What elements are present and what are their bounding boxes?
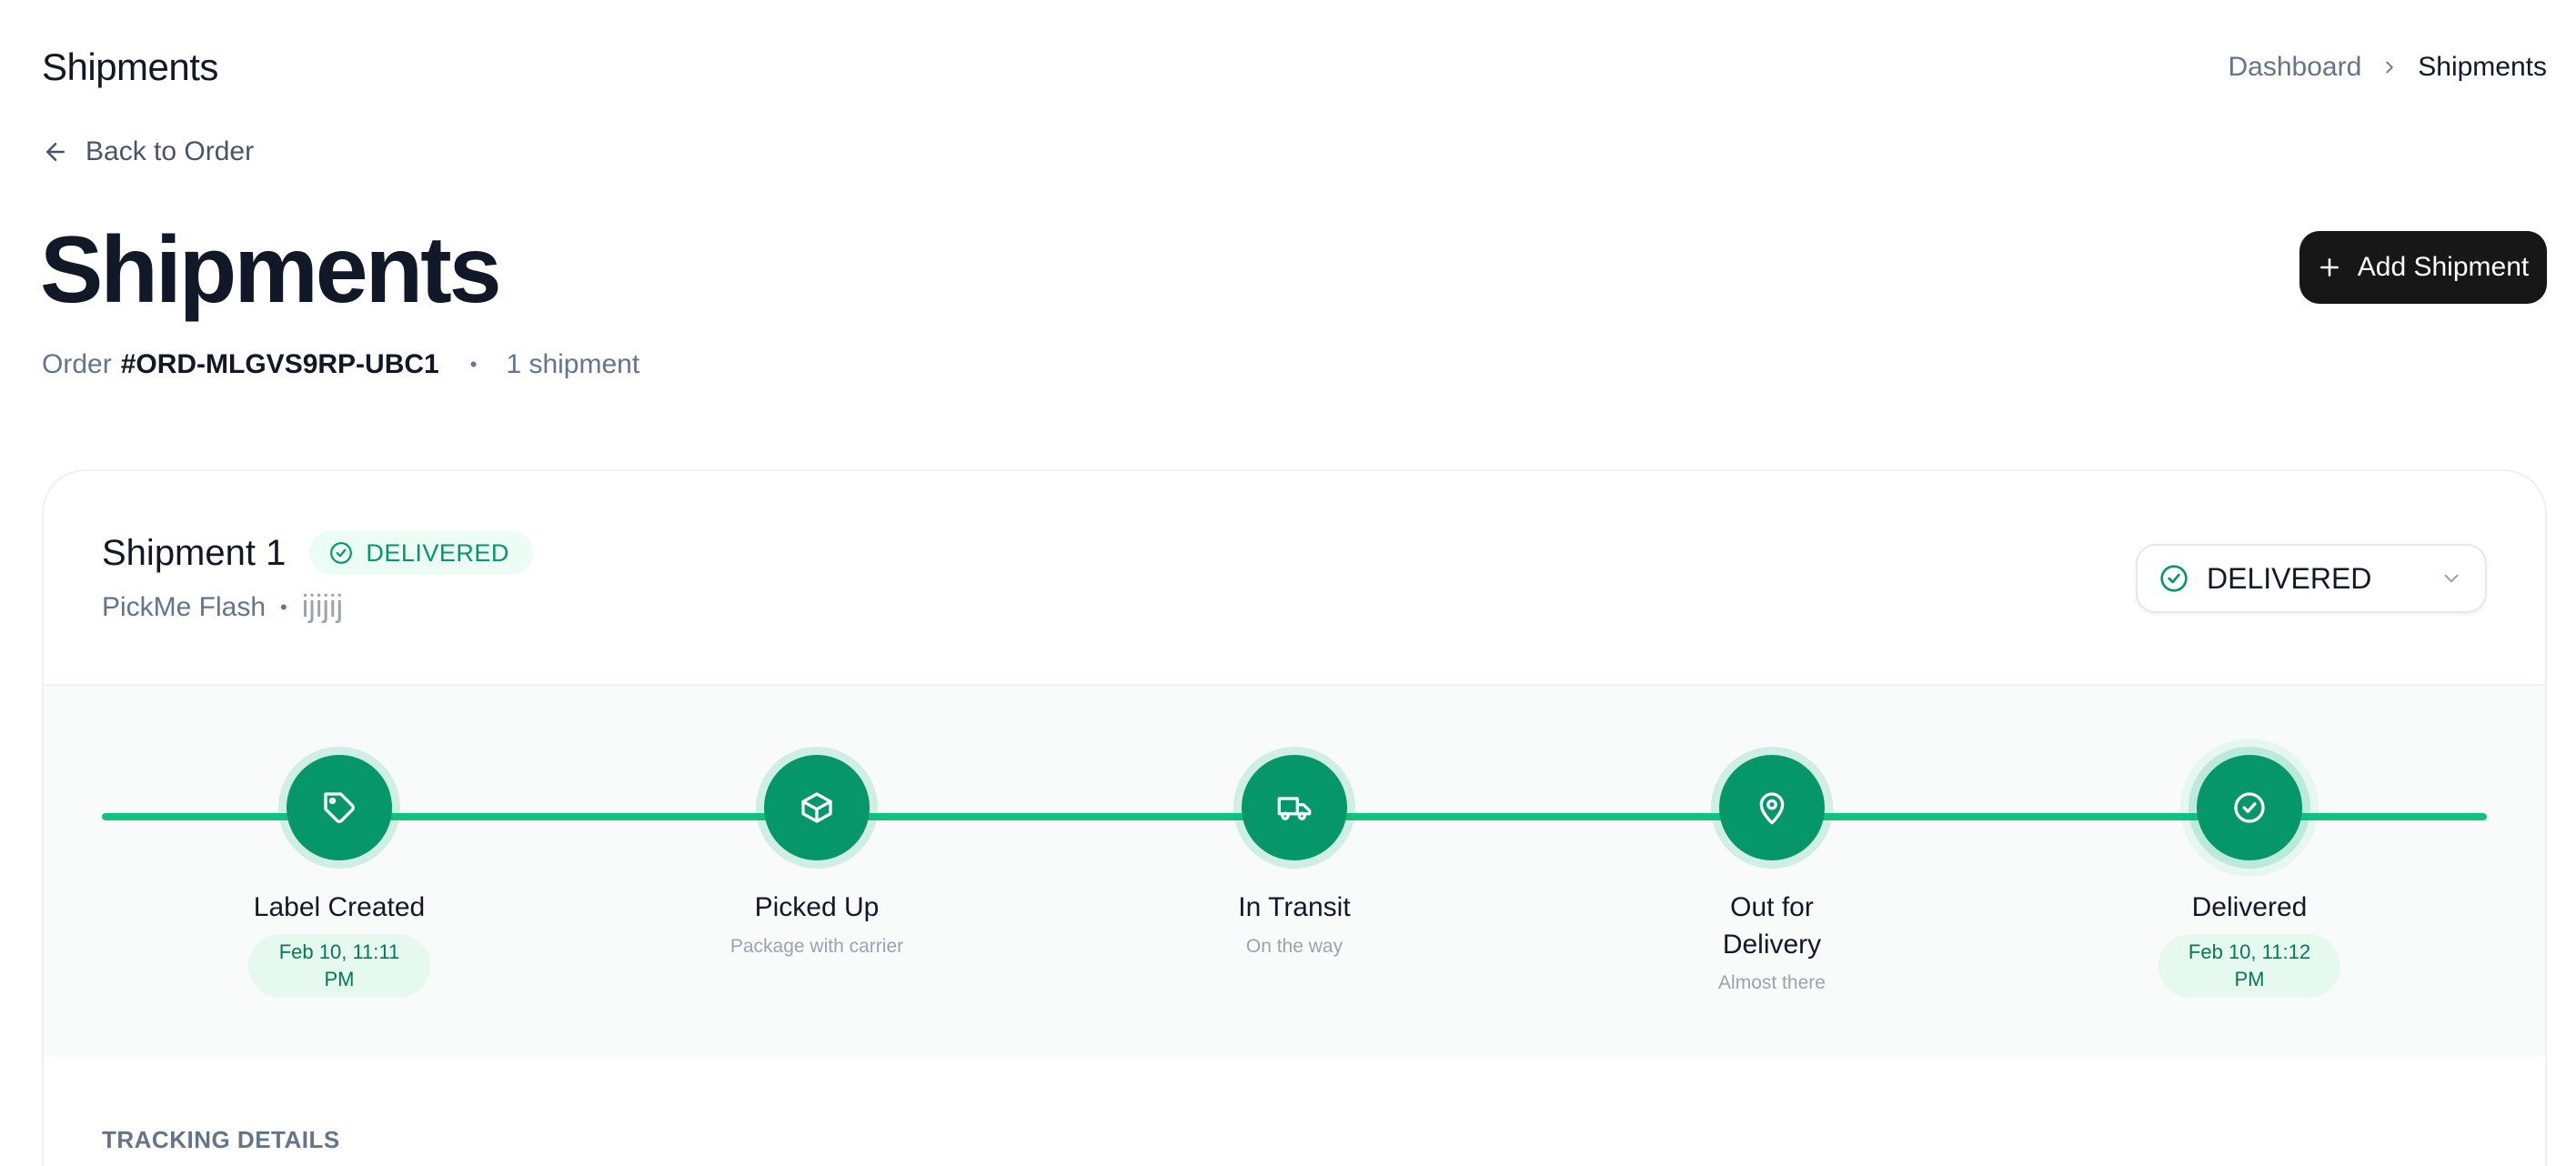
shipment-subtitle: PickMe Flash • ijijij <box>102 589 343 625</box>
step-out-for-delivery: Out for Delivery Almost there <box>1654 755 1890 994</box>
app-title: Shipments <box>42 45 218 88</box>
step-title: Delivered <box>2191 892 2308 922</box>
step-icon-circle <box>2197 755 2302 860</box>
add-shipment-button[interactable]: Add Shipment <box>2299 231 2547 304</box>
step-label-created: Label Created Feb 10, 11:11 PM <box>221 755 458 998</box>
status-badge: DELIVERED <box>309 531 533 575</box>
step-subtitle: Package with carrier <box>730 935 904 957</box>
tracking-details-heading: TRACKING DETAILS <box>102 1126 340 1153</box>
step-title: Out for Delivery <box>1722 892 1822 960</box>
tracking-number: ijijij <box>301 589 344 624</box>
check-circle-icon <box>330 542 353 564</box>
shipment-count: 1 shipment <box>506 349 640 379</box>
chevron-right-icon <box>2386 61 2393 74</box>
arrow-left-icon <box>46 143 65 161</box>
shipment-card-header: Shipment 1 DELIVERED PickMe Flash • ijij… <box>44 471 2545 686</box>
step-icon-circle <box>764 755 870 860</box>
plus-icon <box>2319 258 2339 276</box>
status-badge-label: DELIVERED <box>366 538 509 567</box>
page-title: Shipments <box>40 217 502 323</box>
shipment-card: Shipment 1 DELIVERED PickMe Flash • ijij… <box>42 469 2547 1166</box>
separator-dot: • <box>469 353 478 376</box>
step-date: Feb 10, 11:11 PM <box>248 933 430 998</box>
shipment-title: Shipment 1 <box>102 532 287 573</box>
step-subtitle: Almost there <box>1718 972 1826 993</box>
step-delivered: Delivered Feb 10, 11:12 PM <box>2131 755 2368 998</box>
step-picked-up: Picked Up Package with carrier <box>699 755 935 958</box>
map-pin-icon <box>1759 792 1785 825</box>
step-title: In Transit <box>1238 892 1351 922</box>
chevron-down-icon <box>2444 574 2459 583</box>
check-circle-icon <box>2160 565 2188 592</box>
shipment-timeline: Label Created Feb 10, 11:11 PM Picked Up… <box>44 686 2545 1057</box>
breadcrumb-shipments: Shipments <box>2418 52 2547 82</box>
breadcrumb-dashboard[interactable]: Dashboard <box>2228 52 2361 83</box>
step-subtitle: On the way <box>1245 935 1343 957</box>
step-title: Label Created <box>253 892 426 922</box>
back-to-order-link[interactable]: Back to Order <box>42 136 254 167</box>
breadcrumb: Dashboard Shipments <box>2228 52 2547 83</box>
step-in-transit: In Transit On the way <box>1176 755 1413 958</box>
shipment-title-row: Shipment 1 DELIVERED <box>102 531 533 575</box>
step-icon-circle <box>1719 755 1825 860</box>
step-icon-circle <box>287 755 392 860</box>
order-summary: Order #ORD-MLGVS9RP-UBC1 • 1 shipment <box>42 349 639 380</box>
step-title: Picked Up <box>754 892 880 922</box>
step-date: Feb 10, 11:12 PM <box>2158 933 2340 998</box>
step-icon-circle <box>1242 755 1347 860</box>
status-select-value: DELIVERED <box>2207 561 2372 595</box>
add-shipment-label: Add Shipment <box>2357 252 2530 282</box>
truck-icon <box>1277 797 1312 820</box>
package-icon <box>801 792 832 823</box>
tag-icon <box>324 792 355 823</box>
back-link-label: Back to Order <box>86 136 255 166</box>
order-prefix: Order <box>42 349 112 379</box>
separator-dot: • <box>280 595 287 618</box>
status-select[interactable]: DELIVERED <box>2136 544 2487 613</box>
order-id: #ORD-MLGVS9RP-UBC1 <box>120 349 439 379</box>
carrier-name: PickMe Flash <box>102 591 267 622</box>
check-circle-icon <box>2234 792 2265 823</box>
top-bar: Shipments Dashboard Shipments <box>42 40 2547 95</box>
